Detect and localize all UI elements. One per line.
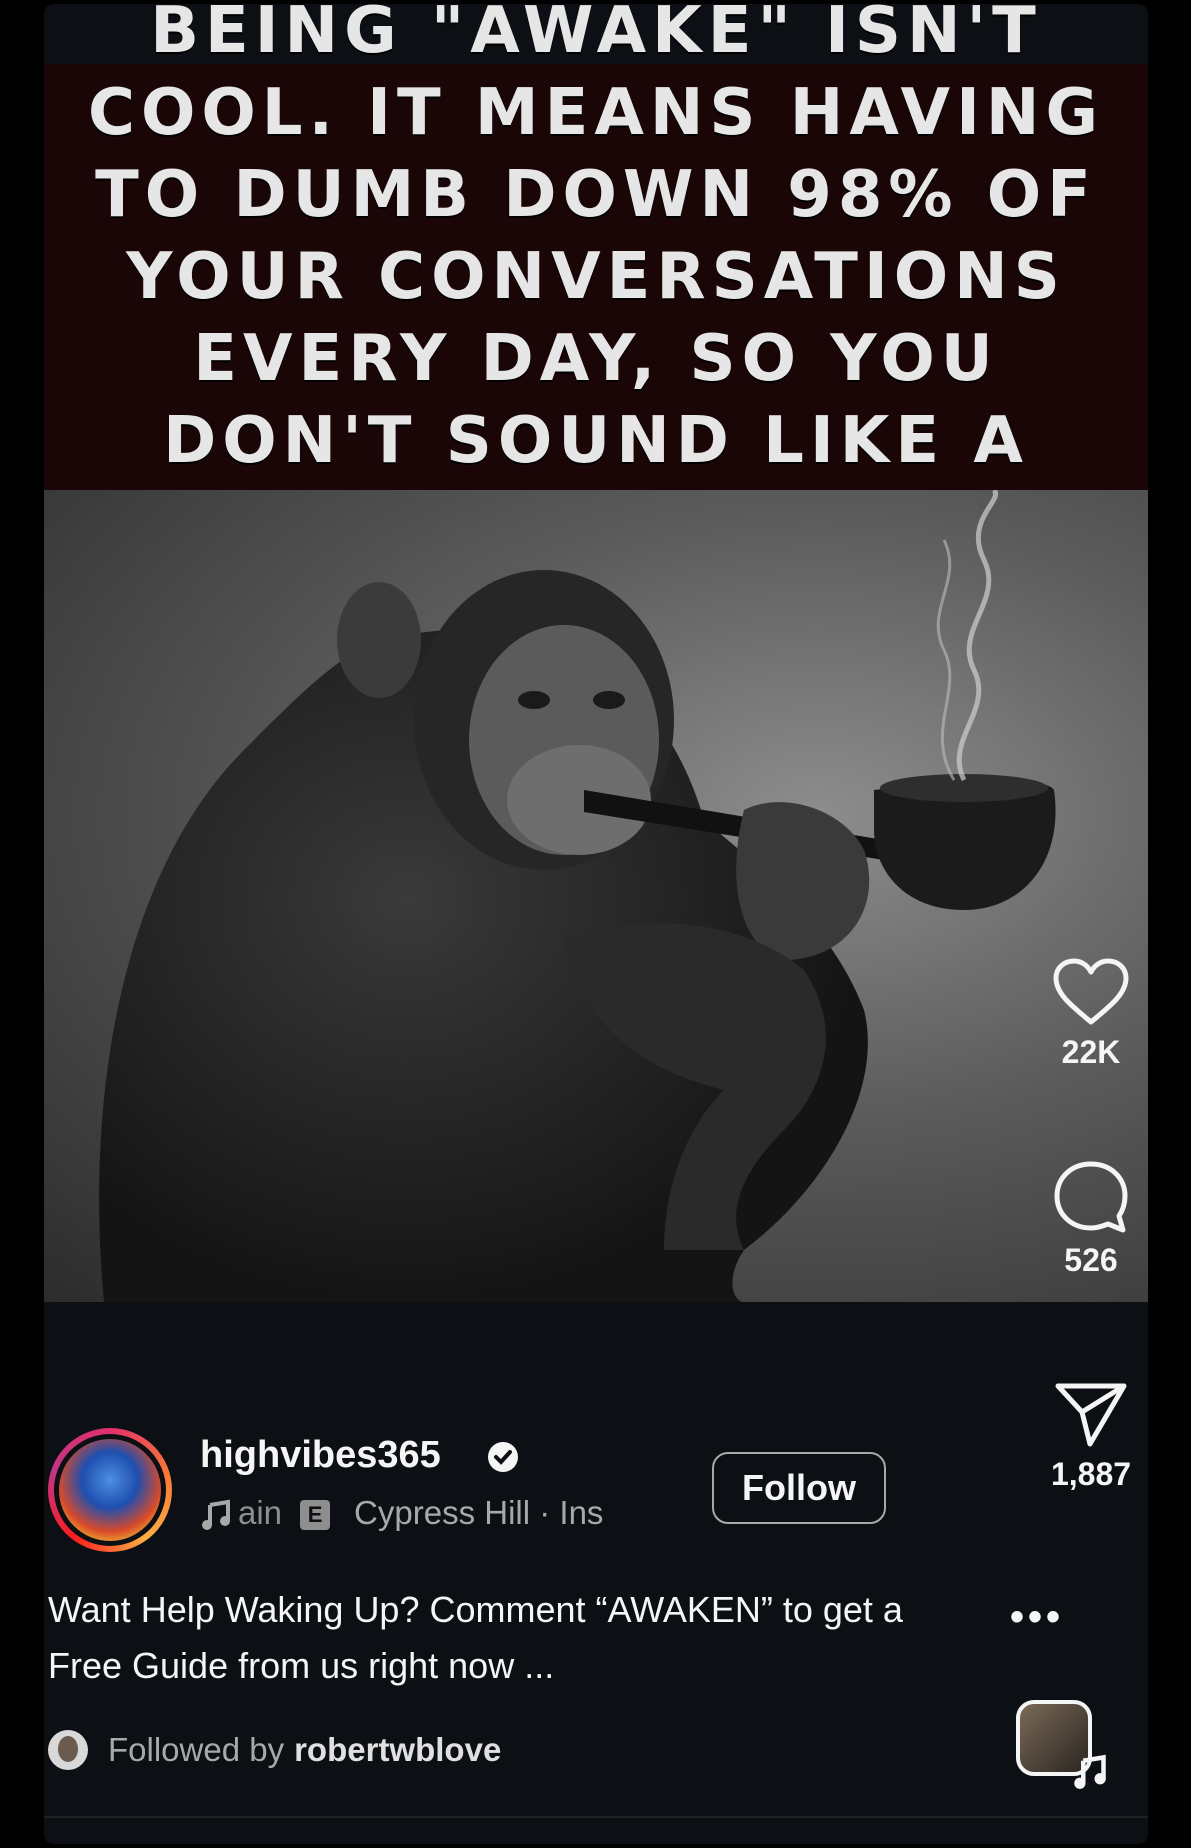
share-count: 1,887 <box>1050 1456 1132 1492</box>
more-dots-icon[interactable]: ••• <box>1010 1595 1064 1640</box>
track-name: ain <box>238 1494 283 1531</box>
like-action[interactable]: 22K <box>991 958 1191 1071</box>
username[interactable]: highvibes365 <box>200 1434 441 1477</box>
artist-name: Cypress Hill · Ins <box>354 1494 604 1531</box>
paper-plane-icon[interactable] <box>1052 1378 1130 1450</box>
reel-card: BEING "AWAKE" ISN'T COOL. IT MEANS HAVIN… <box>44 4 1148 1844</box>
caption-text[interactable]: Want Help Waking Up? Comment “AWAKEN” to… <box>48 1582 928 1694</box>
follower-avatar <box>48 1730 88 1770</box>
follow-button[interactable]: Follow <box>712 1452 886 1524</box>
followed-by-user[interactable]: robertwblove <box>294 1731 501 1769</box>
like-count: 22K <box>1061 1034 1121 1070</box>
comment-count: 526 <box>1064 1242 1118 1278</box>
banner-text: BEING "AWAKE" ISN'T COOL. IT MEANS HAVIN… <box>88 4 1104 560</box>
divider <box>44 1816 1148 1818</box>
explicit-badge: E <box>300 1500 331 1530</box>
avatar[interactable] <box>48 1428 172 1552</box>
comment-action[interactable]: 526 <box>991 1158 1191 1279</box>
share-action[interactable]: 1,887 <box>991 1378 1191 1493</box>
heart-icon[interactable] <box>1052 958 1130 1028</box>
audio-note-icon <box>1074 1754 1106 1789</box>
music-note-icon <box>202 1499 230 1531</box>
followed-by[interactable]: Followed by robertwblove <box>48 1730 501 1770</box>
comment-bubble-icon[interactable] <box>1051 1158 1131 1236</box>
avatar-image <box>59 1439 161 1541</box>
audio-info[interactable]: ain E Cypress Hill · Ins <box>200 1494 634 1532</box>
followed-by-prefix: Followed by <box>108 1731 285 1768</box>
post-image[interactable] <box>44 490 1148 1302</box>
post-banner: BEING "AWAKE" ISN'T COOL. IT MEANS HAVIN… <box>44 4 1148 560</box>
verified-badge-icon <box>488 1442 518 1472</box>
chimpanzee-image <box>99 490 1056 1302</box>
